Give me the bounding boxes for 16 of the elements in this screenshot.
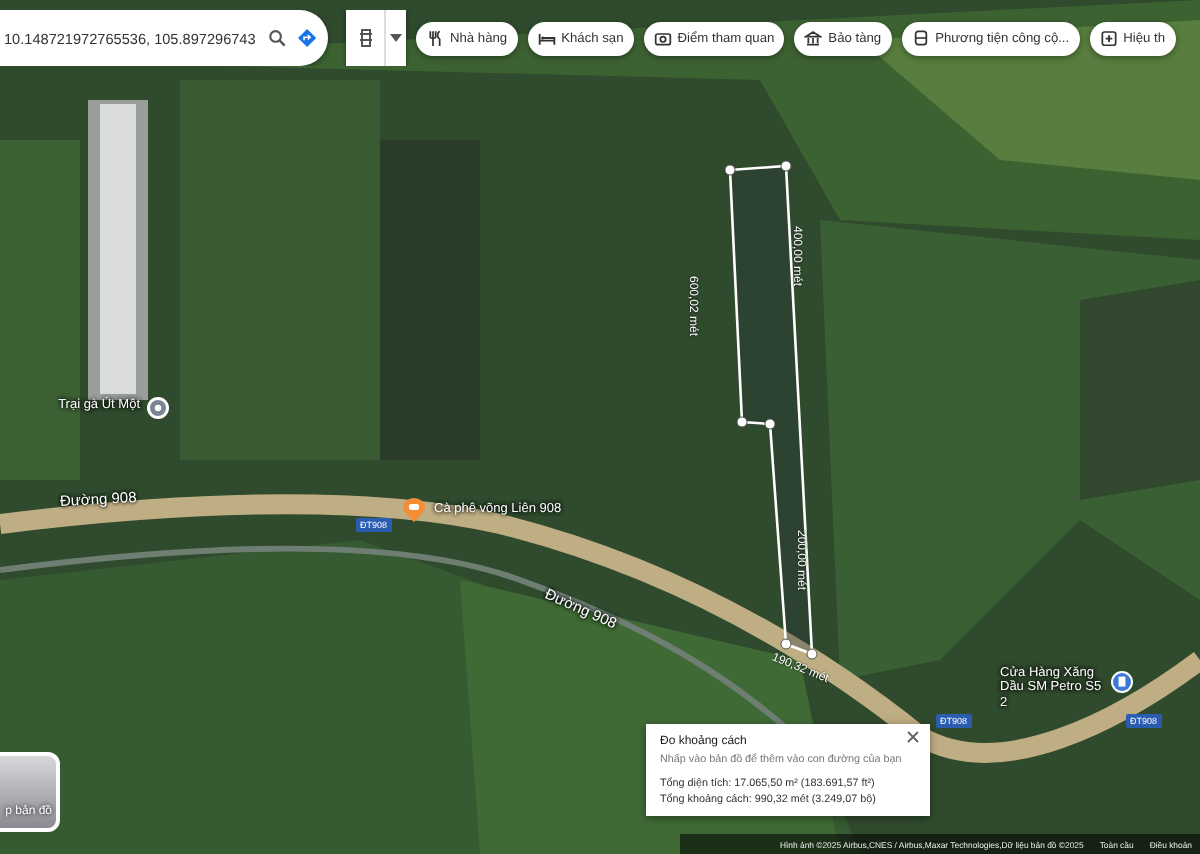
fuel-pin-icon[interactable] <box>1110 670 1134 694</box>
cafe-pin-icon[interactable] <box>402 498 426 522</box>
pharmacy-icon <box>1099 30 1118 46</box>
caret-icon <box>390 34 402 42</box>
search-icon[interactable] <box>267 26 286 50</box>
layer-button[interactable] <box>346 10 406 66</box>
restaurant-icon <box>426 30 444 46</box>
directions-icon[interactable] <box>297 26 316 50</box>
satellite-map-drawing[interactable] <box>0 0 1200 854</box>
museum-icon <box>804 30 823 46</box>
close-icon[interactable] <box>906 730 920 744</box>
place-pin-icon[interactable] <box>146 396 170 420</box>
transit-icon <box>911 30 930 46</box>
hotel-icon <box>537 30 556 46</box>
layers-icon <box>357 28 373 48</box>
camera-icon <box>653 30 672 46</box>
